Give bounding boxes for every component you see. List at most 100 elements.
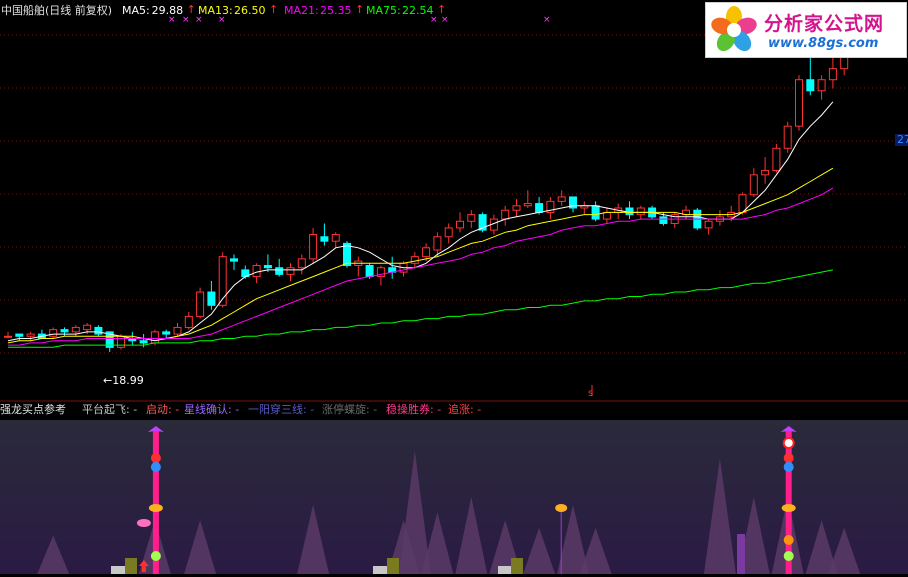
candle-body-6 — [71, 326, 80, 333]
ma-up-arrow-icon: ↑ — [186, 3, 196, 16]
indicator-signal-3: 一阳穿三线: - — [248, 404, 314, 416]
green-ball-icon-1 — [783, 551, 794, 561]
indicator-block-0 — [111, 566, 125, 574]
candle-body-10 — [117, 335, 125, 348]
indicator-block-6 — [737, 534, 745, 574]
indicator-signal-value: - — [306, 403, 315, 416]
candle-body-0 — [4, 335, 12, 338]
chart-root: 中国船舶(日线 前复权) 27 ←18.99 s 分析家公式网 www.88gs… — [0, 0, 908, 577]
candle-body-69 — [783, 125, 792, 149]
ma-legend-label-2: MA21: — [284, 4, 319, 17]
green-ball-icon-0 — [150, 551, 161, 561]
indicator-signal-0: 平台起飞: - — [82, 404, 137, 416]
candle-body-25 — [286, 267, 295, 275]
candle-body-36 — [410, 256, 419, 264]
s-marker: s — [588, 388, 594, 399]
candle-body-32 — [365, 265, 374, 278]
logo-url[interactable]: www.88gs.com — [768, 36, 878, 51]
candle-body-53 — [602, 211, 611, 220]
indicator-signal-value: - — [473, 403, 482, 416]
indicator-title: 强龙买点参考 — [0, 403, 66, 416]
candle-body-44 — [501, 209, 510, 220]
ma-line-ma21 — [8, 187, 834, 346]
indicator-signal-value: - — [171, 403, 180, 416]
candle-body-1 — [15, 333, 24, 337]
indicator-signal-5: 稳操胜券: - — [386, 404, 441, 416]
ma-up-arrow-icon: ↑ — [437, 3, 447, 16]
site-logo: 分析家公式网 www.88gs.com — [705, 2, 907, 58]
ma-legend-value-2: 25.35 — [320, 4, 352, 17]
indicator-block-4 — [498, 566, 512, 574]
indicator-signal-2: 星线确认: - — [184, 404, 239, 416]
indicator-block-1 — [125, 558, 137, 574]
candle-body-68 — [772, 147, 781, 171]
candle-body-17 — [196, 291, 205, 317]
ma-legend-value-0: 29.88 — [151, 4, 184, 17]
candle-body-18 — [207, 291, 216, 306]
candle-body-29 — [331, 234, 340, 242]
candle-body-12 — [139, 340, 148, 344]
diamond-icon-mid — [555, 504, 568, 512]
red-cross-icon — [782, 437, 795, 449]
ma-line-ma75 — [8, 269, 833, 348]
right-axis-label: 27 — [895, 134, 908, 146]
indicator-signal-4: 涨停蝶旋: - — [322, 404, 377, 416]
diamond-icon-1 — [781, 504, 796, 512]
candles-group — [4, 31, 849, 352]
candle-body-26 — [297, 258, 306, 269]
blue-ball-icon-1 — [783, 462, 794, 472]
candle-body-16 — [184, 315, 193, 328]
candle-body-71 — [806, 79, 815, 92]
indicator-signal-value: - — [129, 403, 138, 416]
ma-up-arrow-icon: ↑ — [269, 3, 279, 16]
candle-body-45 — [512, 205, 521, 211]
red-ball-icon-0 — [150, 453, 161, 463]
indicator-signal-label: 涨停蝶旋: — [322, 403, 370, 416]
low-price-marker: ←18.99 — [103, 374, 144, 387]
candle-body-55 — [625, 207, 634, 216]
candle-body-47 — [535, 203, 544, 213]
candle-body-73 — [828, 68, 837, 81]
candle-body-41 — [467, 214, 476, 222]
candle-body-40 — [456, 220, 464, 229]
candle-body-2 — [26, 333, 35, 337]
indicator-signal-label: 稳操胜券: — [386, 403, 434, 416]
indicator-signal-value: - — [369, 403, 378, 416]
signal-x-marker-6: × — [543, 15, 551, 25]
candle-body-20 — [230, 258, 238, 262]
indicator-block-3 — [387, 558, 399, 574]
candle-body-56 — [636, 207, 645, 216]
candle-body-39 — [444, 227, 453, 238]
candle-body-24 — [275, 267, 284, 275]
arrow-left-icon: ← — [103, 374, 113, 387]
candle-body-30 — [343, 242, 351, 267]
indicator-signal-6: 追涨: - — [448, 404, 481, 416]
indicator-signal-label: 追涨: — [448, 403, 474, 416]
indicator-block-2 — [373, 566, 387, 574]
candle-body-13 — [150, 331, 159, 344]
candle-body-15 — [173, 326, 182, 335]
candle-body-5 — [60, 329, 69, 333]
ma-legend-label-3: MA75: — [366, 4, 401, 17]
ma-legend-value-1: 26.50 — [234, 4, 266, 17]
indicator-signal-value: - — [231, 403, 240, 416]
indicator-signal-label: 平台起飞: — [82, 403, 130, 416]
candle-body-22 — [252, 265, 261, 278]
candle-body-49 — [557, 196, 566, 202]
candle-body-52 — [591, 205, 600, 220]
indicator-panel-bg — [0, 420, 908, 574]
indicator-signal-1: 启动: - — [146, 404, 179, 416]
candle-body-37 — [422, 247, 431, 258]
pink-gem-icon — [136, 519, 151, 527]
ma-legend-value-3: 22.54 — [402, 4, 434, 17]
candle-body-66 — [749, 174, 758, 196]
candle-body-14 — [162, 331, 171, 335]
logo-title: 分析家公式网 — [764, 13, 885, 35]
candle-body-62 — [704, 220, 713, 229]
candle-body-4 — [49, 329, 58, 337]
indicator-signal-label: 星线确认: — [184, 403, 232, 416]
candle-body-28 — [320, 236, 329, 242]
candlestick-chart — [0, 31, 908, 574]
candle-body-67 — [761, 169, 770, 176]
candle-body-58 — [659, 216, 668, 224]
